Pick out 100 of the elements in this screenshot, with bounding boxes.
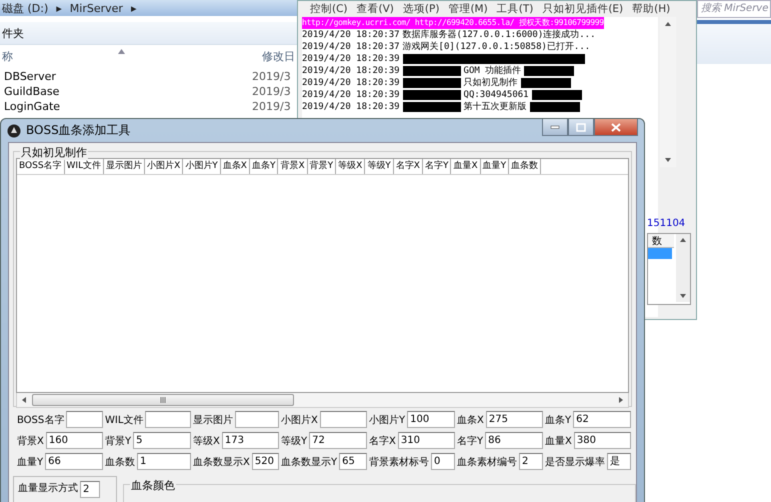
scroll-up-icon[interactable]	[679, 236, 687, 244]
field-label: 血条X	[457, 414, 484, 426]
menu-item[interactable]: 查看(V)	[356, 2, 394, 16]
input-field[interactable]: 72	[309, 432, 367, 449]
group-title: 只如初见制作	[20, 145, 88, 160]
input-field[interactable]: 1	[137, 453, 191, 470]
scrollbar[interactable]	[660, 17, 676, 167]
field-label: 血量显示方式	[18, 482, 78, 496]
column-header[interactable]: 等级Y	[365, 159, 394, 174]
input-field[interactable]: 0	[431, 453, 455, 470]
breadcrumb-item[interactable]: MirServer	[70, 2, 123, 14]
input-field[interactable]: 2	[80, 481, 100, 498]
column-header[interactable]: 称	[0, 48, 262, 64]
column-header[interactable]: 血量Y	[480, 159, 510, 174]
input-field[interactable]: 310	[398, 432, 455, 449]
redaction-bar	[520, 78, 571, 88]
scroll-right-icon[interactable]	[617, 396, 625, 404]
input-field[interactable]: 86	[485, 432, 543, 449]
log-message: 第十五次更新版	[464, 101, 527, 113]
input-field[interactable]: 65	[339, 453, 367, 470]
column-header[interactable]: 血条数	[509, 159, 542, 174]
input-field[interactable]: 是	[607, 453, 631, 470]
group-title: 血条颜色	[130, 478, 176, 493]
menu-item[interactable]: 帮助(H)	[632, 2, 670, 16]
breadcrumb-item[interactable]: ▸	[130, 2, 136, 14]
input-field[interactable]	[145, 411, 191, 428]
modified-date: 2019/3	[252, 100, 291, 113]
input-field[interactable]: 275	[486, 411, 543, 428]
column-header[interactable]: WIL文件	[64, 159, 104, 174]
column-header[interactable]: 小图片Y	[183, 159, 221, 174]
grip-icon	[160, 397, 166, 403]
column-header[interactable]: 小图片X	[145, 159, 184, 174]
input-field[interactable]	[66, 411, 103, 428]
log-message: GOM 功能插件	[464, 65, 522, 77]
scroll-down-icon[interactable]	[679, 292, 687, 300]
menu-item[interactable]: 只如初见插件(E)	[542, 2, 624, 16]
sort-caret-icon	[118, 49, 125, 54]
breadcrumb-item[interactable]: 磁盘 (D:)	[2, 0, 48, 16]
input-field[interactable]: 2	[519, 453, 543, 470]
minimize-button[interactable]	[542, 119, 568, 136]
column-header[interactable]: 背景Y	[308, 159, 336, 174]
redaction-bar	[402, 78, 461, 88]
log-message: 数据库服务器(127.0.0.1:6000)连接成功...	[402, 29, 596, 41]
log-time: 2019/4/20 18:20:37	[302, 29, 400, 41]
input-field[interactable]: 66	[45, 453, 103, 470]
menu-item[interactable]: 控制(C)	[310, 2, 348, 16]
scroll-left-icon[interactable]	[20, 396, 28, 404]
field-label: 背景素材标号	[369, 456, 429, 468]
scroll-down-icon[interactable]	[664, 156, 672, 164]
close-button[interactable]	[594, 119, 638, 136]
toolbar-label[interactable]: 件夹	[2, 26, 24, 40]
folder-name[interactable]: DBServer	[0, 70, 252, 83]
input-field[interactable]: 62	[573, 411, 631, 428]
folder-name[interactable]: GuildBase	[0, 85, 252, 98]
folder-name[interactable]: LoginGate	[0, 100, 252, 113]
breadcrumb-item[interactable]: ▸	[56, 2, 62, 14]
column-header[interactable]: 等级X	[336, 159, 366, 174]
input-field[interactable]	[235, 411, 279, 428]
field-label: 是否显示爆率	[545, 456, 605, 468]
field-label: 名字X	[369, 434, 396, 448]
column-header[interactable]: 血量X	[451, 159, 481, 174]
input-field[interactable]: 520	[252, 453, 279, 470]
field-label: 等级Y	[281, 434, 308, 448]
column-header[interactable]: 血条X	[220, 159, 250, 174]
redaction-bar	[530, 102, 580, 112]
number-text: 151104	[647, 218, 686, 229]
redaction-bar	[532, 90, 582, 100]
horizontal-scrollbar[interactable]	[16, 393, 629, 408]
maximize-icon	[576, 122, 586, 132]
menu-item[interactable]: 选项(P)	[402, 2, 440, 16]
column-header[interactable]: 修改日	[262, 48, 295, 64]
input-field[interactable]	[320, 411, 367, 428]
field-label: 名字Y	[457, 434, 484, 448]
input-field[interactable]: 5	[133, 432, 191, 449]
column-header[interactable]: 血条Y	[250, 159, 278, 174]
log-message: 游戏网关[0](127.0.0.1:50858)已打开...	[402, 41, 590, 53]
column-header[interactable]: 名字X	[394, 159, 423, 174]
field-label: 血量Y	[17, 456, 44, 468]
scroll-up-icon[interactable]	[664, 20, 672, 28]
menu-item[interactable]: 工具(T)	[496, 2, 534, 16]
input-field[interactable]: 380	[574, 432, 631, 449]
input-field[interactable]: 173	[222, 432, 279, 449]
redaction-bar	[402, 102, 461, 112]
log-message: 只如初见制作	[464, 77, 518, 89]
field-label: 显示图片	[193, 414, 233, 426]
modified-date: 2019/3	[252, 85, 291, 98]
input-field[interactable]: 100	[407, 411, 455, 428]
field-label: WIL文件	[105, 414, 144, 426]
column-header[interactable]: BOSS名字	[17, 159, 65, 174]
column-header[interactable]: 显示图片	[104, 159, 146, 174]
field-label: 血条数显示X	[193, 456, 250, 468]
maximize-button[interactable]	[568, 119, 594, 136]
scroll-thumb[interactable]	[32, 394, 294, 406]
field-label: 血条Y	[545, 414, 572, 426]
log-time: 2019/4/20 18:20:39	[302, 77, 400, 89]
input-field[interactable]: 160	[46, 432, 103, 449]
column-header[interactable]: 名字Y	[422, 159, 452, 174]
menu-item[interactable]: 管理(M)	[448, 2, 488, 16]
app-emblem-icon	[7, 124, 21, 138]
column-header[interactable]: 背景X	[278, 159, 308, 174]
